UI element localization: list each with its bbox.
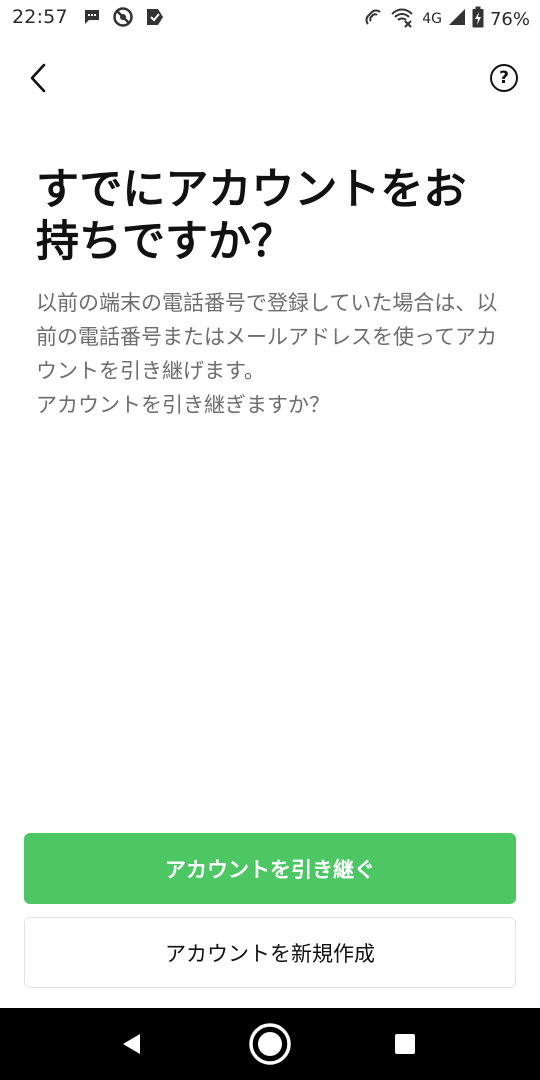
nav-recents-icon <box>395 1034 415 1054</box>
nav-back-button[interactable] <box>120 1032 144 1056</box>
navigation-bar <box>0 1008 540 1080</box>
nav-back-icon <box>123 1034 140 1054</box>
message-icon <box>82 7 102 31</box>
header: ? <box>0 52 540 104</box>
nfc-icon <box>362 6 384 32</box>
status-notification-icons <box>82 6 166 32</box>
status-system-icons: 4G 76% <box>362 6 530 32</box>
nav-home-icon <box>249 1023 291 1065</box>
battery-icon <box>472 6 484 32</box>
create-account-button[interactable]: アカウントを新規作成 <box>24 917 516 988</box>
chevron-left-icon <box>30 63 46 93</box>
status-bar: 22:57 4G 76% <box>0 0 540 36</box>
battery-level: 76% <box>489 8 530 30</box>
no-disturb-icon <box>112 6 134 32</box>
page-description: 以前の端末の電話番号で登録していた場合は、以前の電話番号またはメールアドレスを使… <box>36 291 498 417</box>
transfer-account-button[interactable]: アカウントを引き継ぐ <box>24 833 516 904</box>
network-type: 4G <box>422 11 442 27</box>
help-button[interactable]: ? <box>490 64 518 92</box>
check-flag-icon <box>144 6 166 32</box>
wifi-icon <box>390 6 414 32</box>
help-icon: ? <box>499 68 509 88</box>
nav-recents-button[interactable] <box>393 1032 417 1056</box>
status-time: 22:57 <box>12 6 68 28</box>
nav-home-button[interactable] <box>248 1022 292 1066</box>
back-button[interactable] <box>20 58 56 98</box>
signal-icon <box>448 8 466 30</box>
page-title: すでにアカウントをお持ちですか？ <box>36 165 467 267</box>
screen: 22:57 4G 76% ? すでにアカウントをお持ちですか？ 以前の端末の電話… <box>0 0 540 1080</box>
